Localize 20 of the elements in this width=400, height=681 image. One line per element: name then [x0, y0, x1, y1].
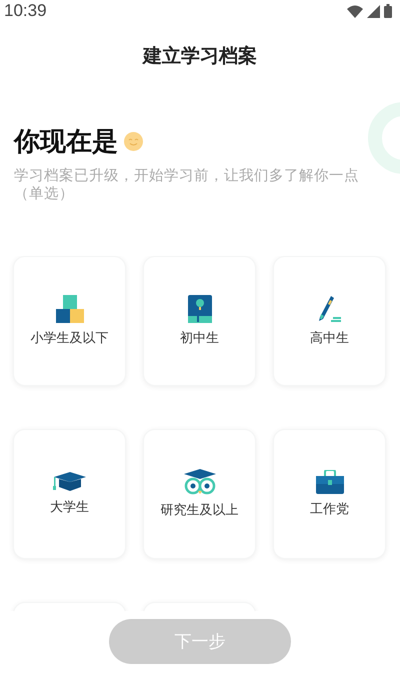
status-time: 10:39 [4, 1, 47, 21]
wifi-icon [347, 4, 363, 18]
signal-icon [367, 4, 380, 18]
question-title: 你现在是 [14, 126, 118, 159]
option-card[interactable]: 工作党 [273, 429, 386, 559]
option-card[interactable]: 高中生 [273, 256, 386, 386]
option-card[interactable]: 大学生 [13, 429, 126, 559]
option-card[interactable]: 初中生 [143, 256, 256, 386]
battery-icon [384, 4, 392, 18]
owl-with-cap-icon [182, 469, 216, 495]
blocks-icon [56, 295, 84, 323]
option-card[interactable]: 研究生及以上 [143, 429, 256, 559]
smiley-icon [124, 132, 143, 151]
question-subtitle: 学习档案已升级，开始学习前，让我们多了解你一点（单选） [14, 167, 360, 203]
page-title: 建立学习档案 [143, 44, 257, 69]
book-icon [188, 295, 212, 323]
briefcase-icon [316, 470, 344, 494]
option-card[interactable]: 小学生及以下 [13, 256, 126, 386]
pen-icon [318, 295, 342, 323]
graduation-cap-icon [52, 472, 86, 492]
